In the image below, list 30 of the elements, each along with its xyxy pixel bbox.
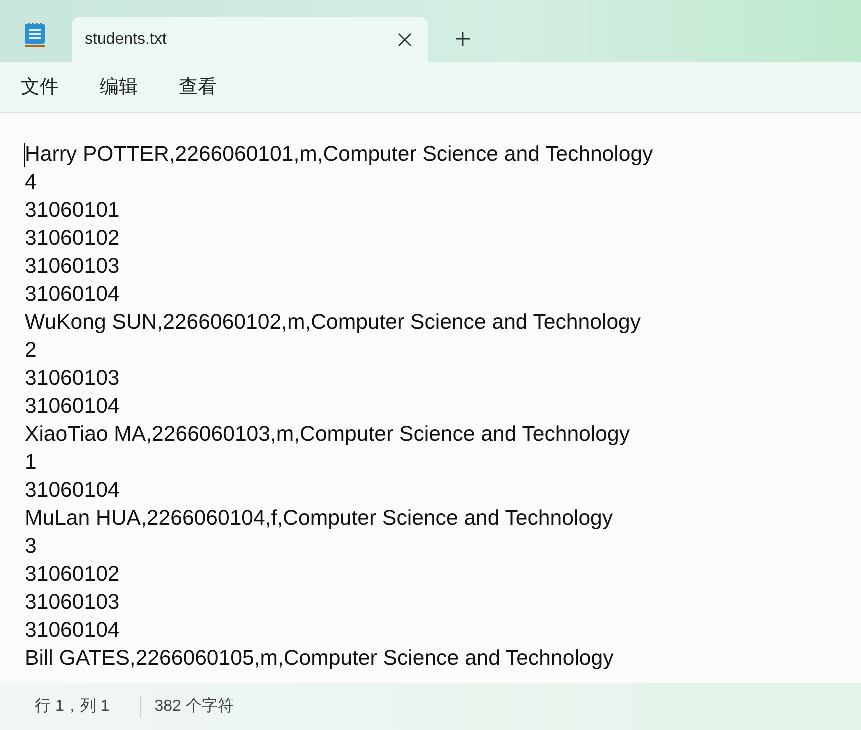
menu-item[interactable]: 查看 <box>179 74 217 100</box>
text-line: 31060104 <box>25 617 121 644</box>
text-cursor <box>24 143 25 167</box>
menu-item[interactable]: 编辑 <box>100 74 138 100</box>
notepad-icon <box>24 22 46 48</box>
character-count: 382 个字符 <box>154 696 234 717</box>
text-line: XiaoTiao MA,2266060103,m,Computer Science and Technology <box>25 421 631 448</box>
text-line: 31060102 <box>25 561 121 588</box>
close-icon[interactable] <box>398 32 412 46</box>
text-line: 31060102 <box>25 225 121 252</box>
text-line: 31060104 <box>25 393 121 420</box>
text-line: WuKong SUN,2266060102,m,Computer Science and Technology <box>25 309 642 336</box>
text-line: 31060103 <box>25 589 121 616</box>
menu-item[interactable]: 文件 <box>21 74 59 100</box>
text-line: Harry POTTER,2266060101,m,Computer Science and Technology <box>25 141 654 168</box>
text-line: 3 <box>25 533 38 560</box>
text-editor[interactable] <box>0 113 861 683</box>
text-line: 31060103 <box>25 365 121 392</box>
text-line: 31060103 <box>25 253 121 280</box>
add-tab-icon[interactable] <box>455 31 471 47</box>
text-line: 31060104 <box>25 477 121 504</box>
text-line: 31060101 <box>25 197 121 224</box>
text-line: 4 <box>25 169 38 196</box>
text-line: 31060104 <box>25 281 121 308</box>
text-line: 2 <box>25 337 38 364</box>
text-line: MuLan HUA,2266060104,f,Computer Science and Technology <box>25 505 614 532</box>
file-tab[interactable]: students.txt <box>72 17 428 62</box>
text-line: Bill GATES,2266060105,m,Computer Science and Technology <box>25 645 615 672</box>
cursor-position: 行 1，列 1 <box>35 697 110 717</box>
text-line: 1 <box>25 449 38 476</box>
